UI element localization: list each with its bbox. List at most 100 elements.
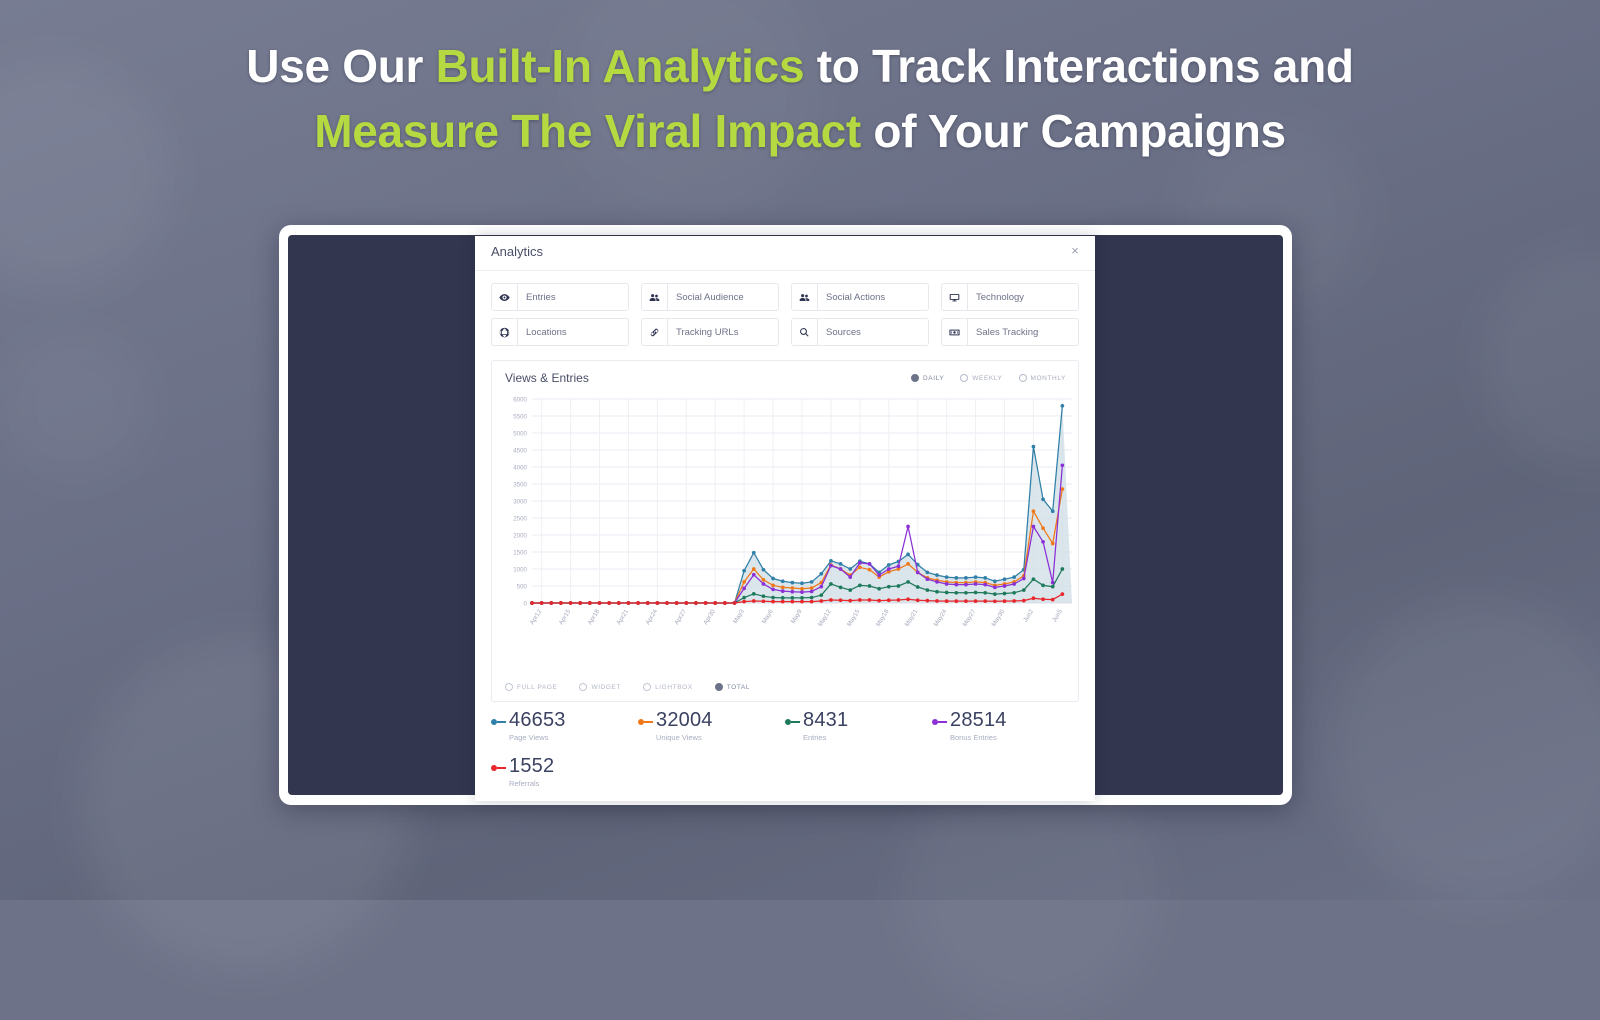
series-point	[684, 601, 689, 605]
nav-button-social-audience[interactable]: Social Audience	[641, 283, 779, 311]
view-type-option-total[interactable]: TOTAL	[714, 683, 751, 691]
radio-dot-icon	[910, 374, 919, 382]
nav-button-label: Locations	[526, 326, 567, 338]
series-point	[906, 597, 910, 602]
series-point	[751, 591, 756, 596]
series-color-marker	[491, 719, 506, 725]
y-tick-label: 5500	[513, 413, 527, 420]
series-point	[1050, 509, 1055, 514]
chart-gridlines	[532, 398, 1072, 604]
series-point	[867, 598, 872, 602]
series-point	[993, 579, 997, 584]
views-entries-card: Views & Entries DAILY WEEKLY MONTHLY 0 500 1…	[491, 360, 1079, 702]
nav-button-tracking-urls[interactable]: Tracking URLs	[641, 318, 779, 346]
series-point	[780, 596, 785, 600]
series-point	[800, 599, 804, 604]
granularity-option-daily[interactable]: DAILY	[910, 374, 944, 382]
bokeh-blob	[1330, 600, 1600, 900]
series-point	[616, 601, 621, 605]
series-point	[838, 562, 843, 566]
series-point	[809, 599, 814, 604]
granularity-label: MONTHLY	[1030, 374, 1066, 382]
series-point	[915, 585, 920, 589]
granularity-toggle-group: DAILY WEEKLY MONTHLY	[910, 374, 1067, 382]
series-point	[829, 582, 833, 586]
y-tick-label: 1500	[513, 549, 527, 556]
series-point	[973, 582, 978, 586]
x-tick-label: May9	[790, 608, 804, 625]
nav-button-entries[interactable]: Entries	[491, 283, 629, 311]
series-point	[1012, 582, 1016, 586]
series-point	[742, 595, 746, 600]
view-type-option-lightbox[interactable]: LIGHTBOX	[643, 683, 693, 691]
stat-entries: 8431 Entries	[785, 710, 932, 742]
headline-text-1a: Use Our	[246, 40, 436, 92]
series-point	[1031, 596, 1036, 601]
y-tick-label: 500	[517, 583, 528, 590]
x-tick-label: May21	[904, 608, 920, 628]
series-point	[588, 601, 592, 605]
view-type-option-full-page[interactable]: FULL PAGE	[505, 683, 557, 691]
series-color-marker	[491, 765, 506, 771]
x-tick-label: Apr12	[529, 608, 544, 626]
series-point	[964, 582, 968, 587]
globe-icon	[492, 319, 518, 345]
stat-label: Bonus Entries	[950, 733, 997, 742]
stat-label: Entries	[803, 733, 827, 742]
chart-title: Views & Entries	[505, 371, 589, 385]
x-tick-label: Apr15	[558, 608, 573, 626]
stat-label: Unique Views	[656, 733, 702, 742]
nav-button-sales-tracking[interactable]: Sales Tracking	[941, 318, 1079, 346]
series-point	[906, 524, 910, 529]
view-type-option-widget[interactable]: WIDGET	[579, 683, 621, 691]
series-point	[771, 599, 775, 604]
y-tick-label: 2500	[513, 515, 527, 522]
series-line	[532, 405, 1063, 604]
series-point	[954, 590, 959, 595]
series-point	[578, 601, 583, 605]
nav-button-social-actions[interactable]: Social Actions	[791, 283, 929, 311]
view-type-label: TOTAL	[726, 683, 751, 691]
bokeh-blob	[0, 330, 150, 480]
view-type-label: FULL PAGE	[517, 683, 558, 691]
nav-button-sources[interactable]: Sources	[791, 318, 929, 346]
series-point	[858, 561, 862, 565]
series-point	[539, 601, 544, 605]
x-axis-labels: Apr12 Apr15 Apr18 Apr21 Apr24 Apr27 Apr30 May3 M…	[529, 608, 1065, 628]
series-point	[886, 563, 891, 567]
series-point	[751, 567, 756, 571]
stat-text: 46653 Page Views	[509, 710, 566, 743]
x-tick-label: May24	[933, 608, 949, 628]
series-point	[983, 575, 988, 580]
page-title: Analytics	[491, 244, 544, 259]
granularity-option-monthly[interactable]: MONTHLY	[1018, 374, 1067, 382]
close-icon[interactable]: ×	[1068, 244, 1082, 258]
series-point	[809, 586, 814, 590]
series-point	[935, 599, 939, 603]
stat-value: 8431	[803, 709, 849, 731]
series-point	[964, 575, 968, 580]
series-point	[993, 599, 997, 604]
series-point	[1041, 526, 1045, 531]
series-point	[530, 601, 534, 605]
series-point	[597, 601, 602, 605]
nav-button-locations[interactable]: Locations	[491, 318, 629, 346]
nav-button-technology[interactable]: Technology	[941, 283, 1079, 311]
stat-value: 1552	[509, 755, 555, 777]
series-point	[1060, 567, 1065, 571]
stat-referrals: 1552 Referrals	[491, 756, 638, 788]
series-point	[790, 580, 795, 585]
analytics-modal: Analytics × Entries Social Audience Social…	[475, 236, 1095, 801]
series-point	[906, 580, 910, 584]
series-point	[800, 581, 804, 586]
nav-button-label: Technology	[976, 291, 1025, 303]
series-point	[867, 584, 872, 588]
views-entries-chart: 0 500 1000 1500 2000 2500 3000 3500 4000 4500 5000…	[513, 396, 1072, 628]
series-point	[742, 586, 746, 591]
series-point	[780, 589, 785, 593]
x-tick-label: May18	[875, 608, 891, 628]
y-tick-label: 2000	[513, 532, 527, 539]
series-point	[1031, 524, 1036, 529]
series-point	[925, 588, 930, 592]
granularity-option-weekly[interactable]: WEEKLY	[960, 374, 1002, 382]
